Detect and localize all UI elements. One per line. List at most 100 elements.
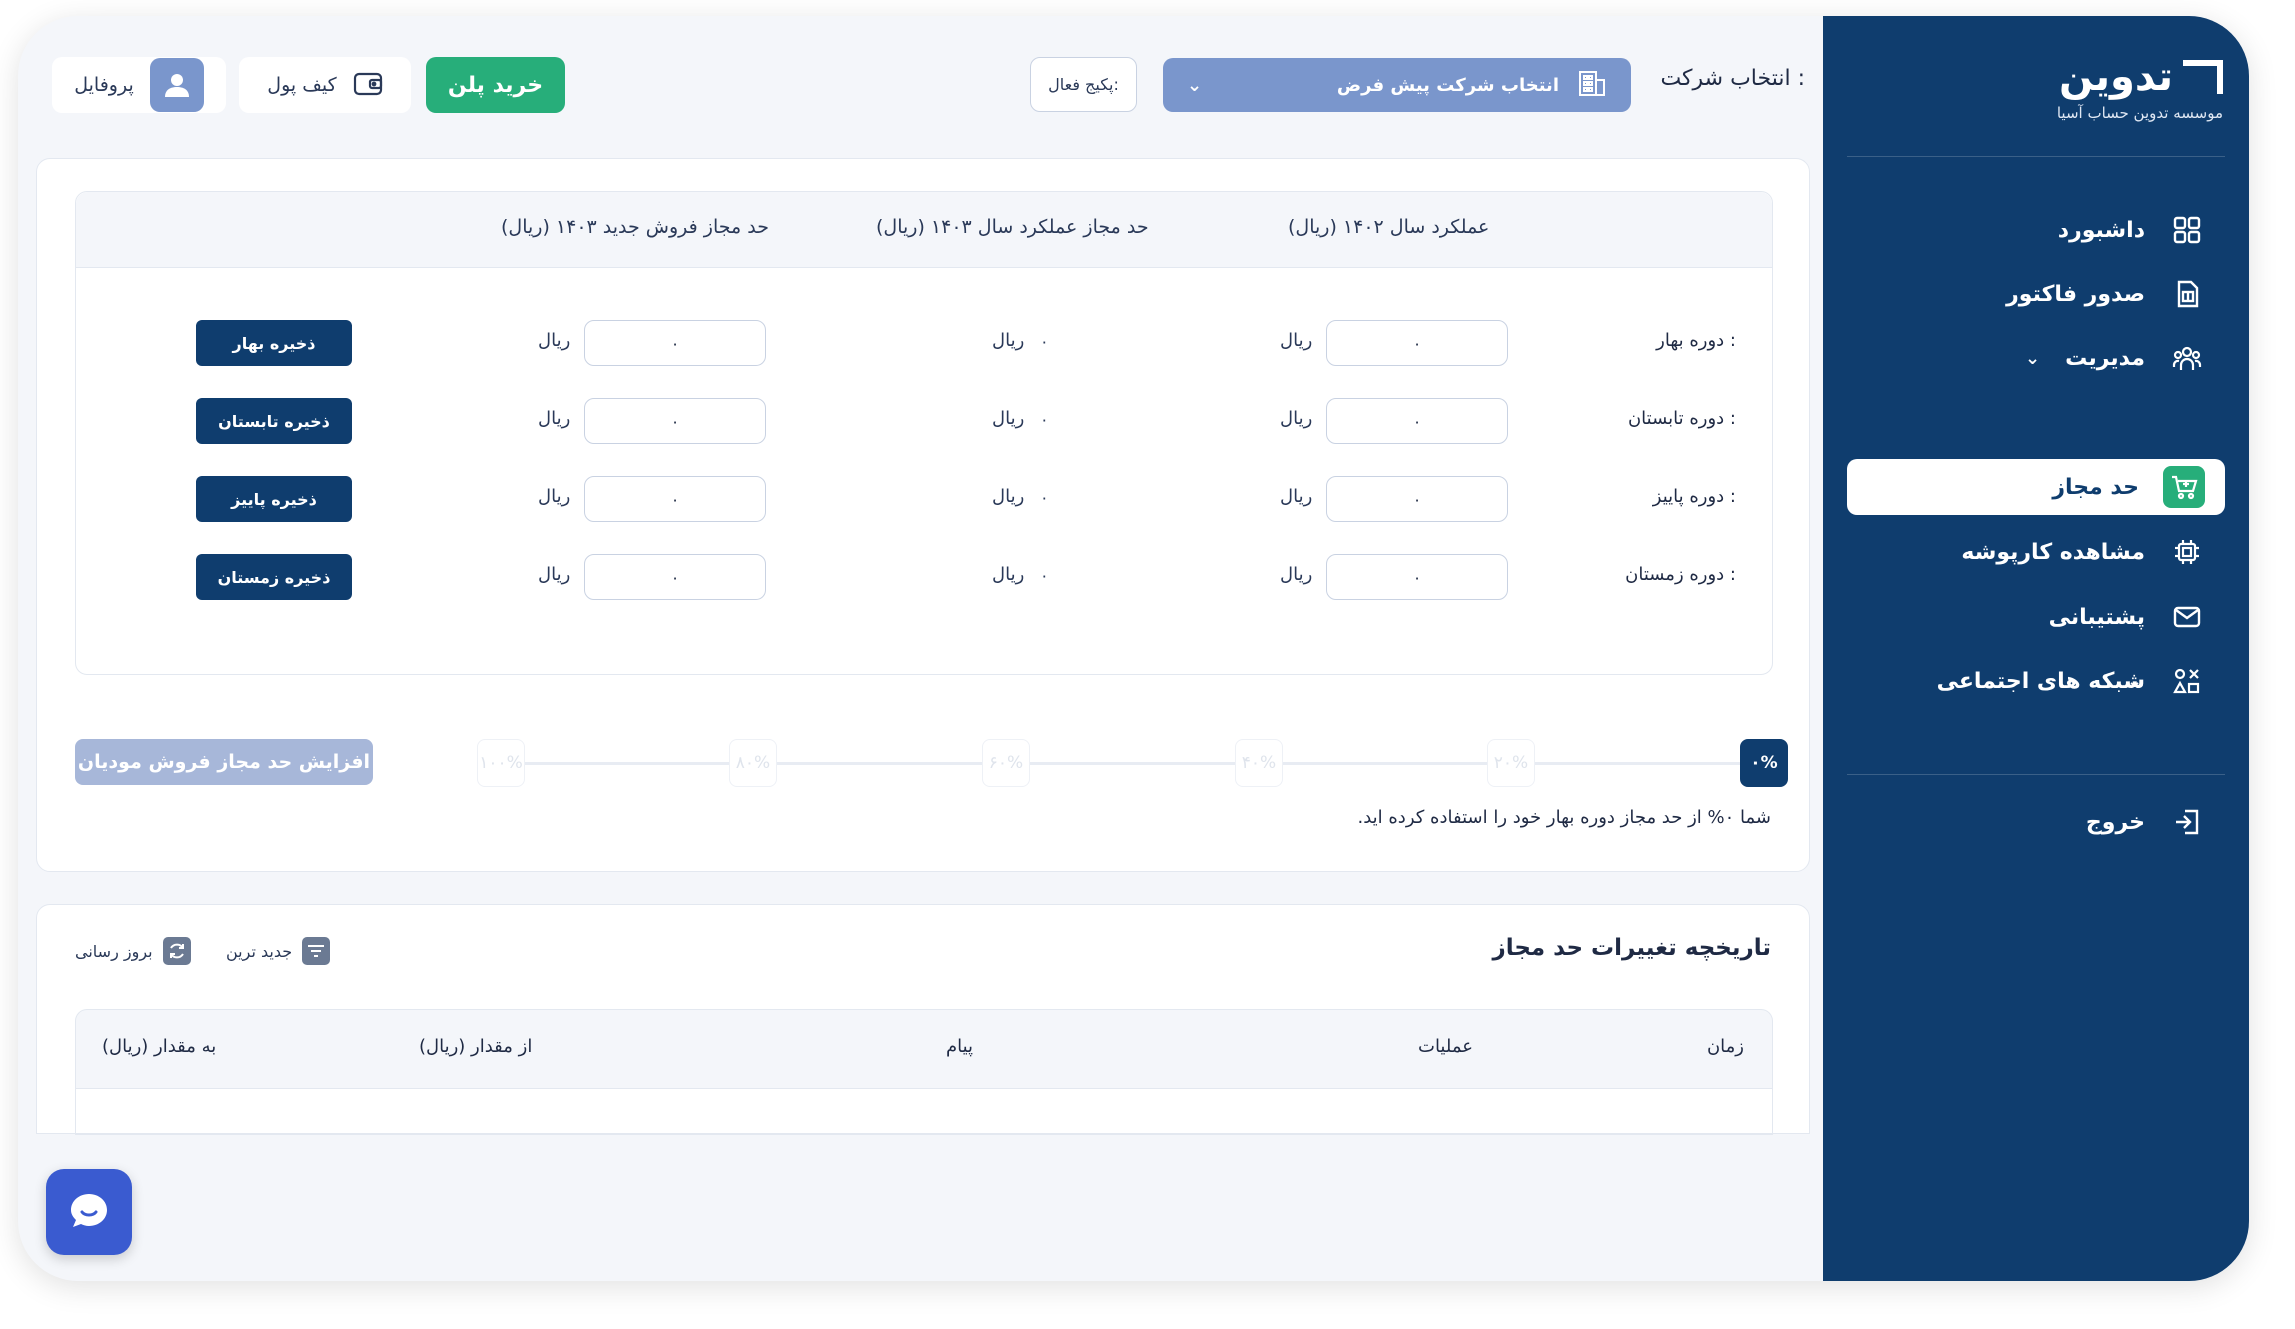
save-spring-button[interactable]: ذخیره بهار [196,320,352,366]
row-label-winter: دوره زمستان : [1625,564,1736,585]
sidebar-item-label: شبکه های اجتماعی [1936,668,2145,694]
sidebar-item-support[interactable]: پشتیبانی [1847,589,2225,645]
company-select[interactable]: ⌄ انتخاب شرکت پیش فرض [1163,58,1631,112]
company-label: انتخاب شرکت : [1660,66,1805,91]
sidebar-item-logout[interactable]: خروج [1847,794,2225,850]
refresh-button[interactable]: بروز رسانی [75,937,191,965]
brand-logo[interactable]: تدوین موسسه تدوین حساب آسیا [2057,54,2223,122]
history-table-header: زمان عملیات پیام از مقدار (ریال) به مقدا… [75,1009,1773,1089]
chat-support-button[interactable] [46,1169,132,1255]
app-window: تدوین موسسه تدوین حساب آسیا داشبورد صدور… [18,16,2249,1281]
perf-winter-input[interactable]: ۰ [1326,554,1508,600]
save-summer-button[interactable]: ذخیره تابستان [196,398,352,444]
unit-label: ریال [538,330,571,351]
sidebar-item-workspace[interactable]: مشاهده کارپوشه [1847,524,2225,580]
sidebar-item-label: خروج [2085,809,2145,835]
chevron-down-icon[interactable]: ⌄ [2127,671,2142,692]
new-spring-input[interactable]: ۰ [584,320,766,366]
unit-label: ریال [1280,486,1313,507]
limits-card: عملکرد سال ۱۴۰۲ (ریال) حد مجاز عملکرد سا… [36,158,1810,872]
col-from-amount: از مقدار (ریال) [419,1036,533,1057]
unit-label: ریال [1280,330,1313,351]
allowed-autumn-value: ۰ [1040,488,1049,507]
sort-newest-label: جدید ترین [226,941,293,961]
logo-text: تدوین [2058,54,2173,100]
sidebar-item-label: مشاهده کارپوشه [1961,539,2145,565]
progress-mark-20: ۲۰% [1487,739,1535,787]
usage-note: شما ۰% از حد مجاز دوره بهار خود را استفا… [1357,807,1771,828]
sidebar-item-management[interactable]: مدیریت ⌄ [1847,330,2225,386]
sort-newest-button[interactable]: جدید ترین [226,937,331,965]
grid-icon [2169,212,2205,248]
cart-icon [2163,466,2205,508]
refresh-icon [162,937,191,965]
perf-autumn-input[interactable]: ۰ [1326,476,1508,522]
apps-icon [2169,663,2205,699]
sidebar: تدوین موسسه تدوین حساب آسیا داشبورد صدور… [1823,16,2249,1281]
history-title: تاریخچه تغییرات حد مجاز [1492,935,1771,961]
refresh-label: بروز رسانی [75,941,153,961]
invoice-icon [2169,276,2205,312]
col-to-amount: به مقدار (ریال) [102,1036,217,1057]
limits-table: عملکرد سال ۱۴۰۲ (ریال) حد مجاز عملکرد سا… [75,191,1773,675]
mail-icon [2169,599,2205,635]
profile-label: پروفایل [74,74,134,96]
progress-mark-100: ۱۰۰% [477,739,525,787]
history-card: تاریخچه تغییرات حد مجاز جدید ترین بروز ر… [36,904,1810,1135]
increase-limit-button[interactable]: افزایش حد مجاز فروش مودیان [75,739,373,785]
new-summer-input[interactable]: ۰ [584,398,766,444]
buy-plan-button[interactable]: خرید پلن [426,57,565,113]
progress-mark-0: ۰% [1740,739,1788,787]
sidebar-divider [1847,156,2225,157]
filter-icon [302,937,331,965]
wallet-icon [353,69,383,102]
row-label-summer: دوره تابستان : [1627,408,1736,429]
logo-mark-icon [2183,60,2223,94]
allowed-winter-value: ۰ [1040,566,1049,585]
unit-label: ریال [1280,408,1313,429]
perf-summer-input[interactable]: ۰ [1326,398,1508,444]
active-package[interactable]: پکیج فعال: [1030,57,1137,112]
history-table-body [75,1089,1773,1135]
sidebar-item-label: داشبورد [2057,217,2145,243]
chip-icon [2169,534,2205,570]
allowed-summer-value: ۰ [1040,410,1049,429]
avatar [149,58,204,112]
chevron-down-icon[interactable]: ⌄ [2025,348,2040,369]
sidebar-item-label: حد مجاز [2052,474,2139,500]
col-performance-1402: عملکرد سال ۱۴۰۲ (ریال) [1288,216,1490,238]
save-winter-button[interactable]: ذخیره زمستان [196,554,352,600]
allowed-spring-value: ۰ [1040,332,1049,351]
progress-mark-40: ۴۰% [1235,739,1283,787]
user-icon [164,74,189,97]
row-label-autumn: دوره پاییز : [1652,486,1736,507]
sidebar-item-social[interactable]: شبکه های اجتماعی ⌄ [1847,653,2225,709]
sidebar-item-label: پشتیبانی [2048,604,2145,630]
sidebar-item-invoice[interactable]: صدور فاکتور [1847,266,2225,322]
col-operations: عملیات [1418,1036,1473,1057]
sidebar-divider [1847,774,2225,775]
col-allowed-performance-1403: حد مجاز عملکرد سال ۱۴۰۳ (ریال) [876,216,1149,238]
new-autumn-input[interactable]: ۰ [584,476,766,522]
progress-mark-60: ۶۰% [982,739,1030,787]
unit-label: ریال [992,486,1025,507]
profile-button[interactable]: پروفایل [52,57,226,113]
users-icon [2169,340,2205,376]
sidebar-item-dashboard[interactable]: داشبورد [1847,202,2225,258]
chevron-down-icon: ⌄ [1187,74,1203,96]
new-winter-input[interactable]: ۰ [584,554,766,600]
perf-spring-input[interactable]: ۰ [1326,320,1508,366]
sidebar-item-label: صدور فاکتور [2006,281,2145,307]
building-icon [1577,68,1607,103]
usage-progress-track [477,762,1764,765]
unit-label: ریال [538,564,571,585]
wallet-button[interactable]: کیف پول [239,57,411,113]
company-select-value: انتخاب شرکت پیش فرض [1336,74,1559,96]
limits-table-header: عملکرد سال ۱۴۰۲ (ریال) حد مجاز عملکرد سا… [76,192,1772,268]
brand-subtitle: موسسه تدوین حساب آسیا [2056,104,2223,122]
unit-label: ریال [992,408,1025,429]
save-autumn-button[interactable]: ذخیره پاییز [196,476,352,522]
row-label-spring: دوره بهار : [1656,330,1736,351]
sidebar-item-limit[interactable]: حد مجاز [1847,459,2225,515]
unit-label: ریال [992,564,1025,585]
